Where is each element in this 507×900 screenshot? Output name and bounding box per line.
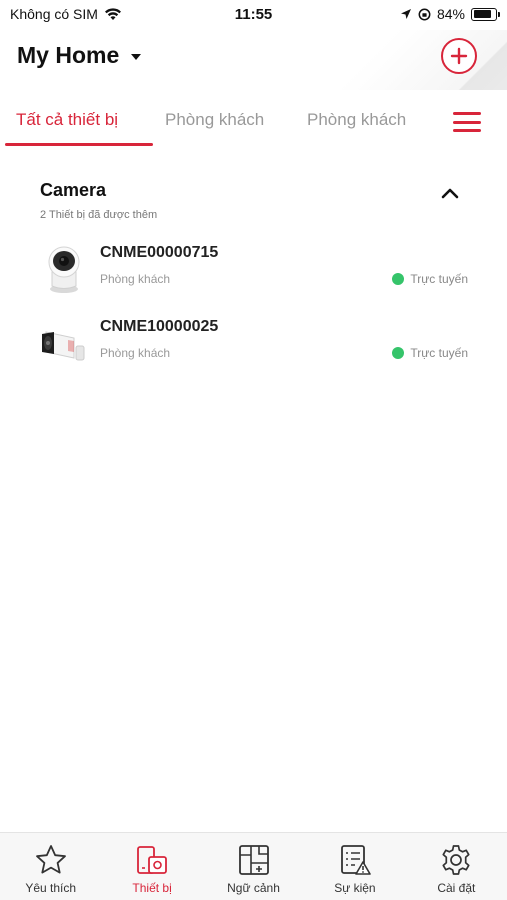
plus-icon — [450, 47, 468, 65]
home-selector[interactable]: My Home — [17, 42, 142, 69]
tab-living-room-1[interactable]: Phòng khách — [165, 110, 264, 130]
gear-icon — [442, 845, 470, 875]
star-icon — [35, 845, 66, 874]
chevron-up-icon[interactable] — [440, 186, 460, 200]
nav-label: Yêu thích — [25, 881, 77, 895]
online-dot-icon — [392, 347, 405, 359]
online-dot-icon — [392, 273, 405, 285]
menu-bar-icon — [453, 112, 481, 115]
nav-label: Ngữ cảnh — [227, 881, 280, 895]
nav-devices[interactable]: Thiết bị — [101, 833, 202, 900]
menu-bar-icon — [453, 120, 481, 124]
bottom-nav: Yêu thích Thiết bị Ngữ cảnh Sự kiện Cài … — [0, 832, 507, 900]
device-room: Phòng khách — [100, 346, 171, 360]
active-tab-indicator — [5, 143, 153, 146]
nav-label: Sự kiện — [334, 881, 376, 895]
menu-bar-icon — [453, 129, 481, 132]
scene-icon — [238, 845, 269, 875]
devices-icon — [137, 846, 168, 874]
device-row[interactable]: CNME00000715 Phòng khách Trực tuyến — [40, 238, 480, 302]
device-status-label: Trực tuyến — [410, 346, 468, 360]
caret-down-icon — [131, 53, 142, 60]
device-name: CNME10000025 — [100, 318, 219, 335]
status-right: 84% — [400, 6, 500, 22]
location-arrow-icon — [400, 9, 411, 19]
event-list-icon — [341, 845, 371, 875]
tabs-menu-button[interactable] — [453, 112, 481, 132]
battery-fill — [473, 10, 492, 18]
section-title: Camera — [40, 180, 107, 200]
device-row[interactable]: CNME10000025 Phòng khách Trực tuyến — [40, 312, 480, 376]
add-device-button[interactable] — [441, 38, 477, 74]
home-name: My Home — [17, 42, 120, 68]
tab-living-room-2[interactable]: Phòng khách — [307, 110, 406, 130]
nav-favorites[interactable]: Yêu thích — [0, 833, 101, 900]
device-name: CNME00000715 — [100, 244, 219, 261]
section-subtitle: 2 Thiết bị đã được thêm — [40, 209, 158, 221]
nav-events[interactable]: Sự kiện — [304, 833, 405, 900]
device-status: Trực tuyến — [392, 346, 468, 360]
device-room: Phòng khách — [100, 272, 171, 286]
nav-label: Cài đặt — [437, 881, 476, 895]
device-status: Trực tuyến — [392, 272, 468, 286]
device-status-label: Trực tuyến — [410, 272, 468, 286]
dome-camera-icon — [48, 246, 80, 293]
orientation-lock-icon — [418, 8, 431, 20]
battery-percent: 84% — [436, 6, 465, 22]
battery-icon — [471, 7, 500, 21]
nav-scenes[interactable]: Ngữ cảnh — [203, 833, 304, 900]
nav-settings[interactable]: Cài đặt — [406, 833, 507, 900]
nav-label: Thiết bị — [132, 881, 172, 895]
room-tabs: Tất cả thiết bị Phòng khách Phòng khách — [0, 96, 507, 148]
header: My Home — [0, 30, 507, 90]
tab-all-devices[interactable]: Tất cả thiết bị — [16, 110, 118, 130]
bullet-camera-icon — [42, 331, 85, 361]
status-bar: Không có SIM 11:55 84% — [0, 0, 507, 30]
